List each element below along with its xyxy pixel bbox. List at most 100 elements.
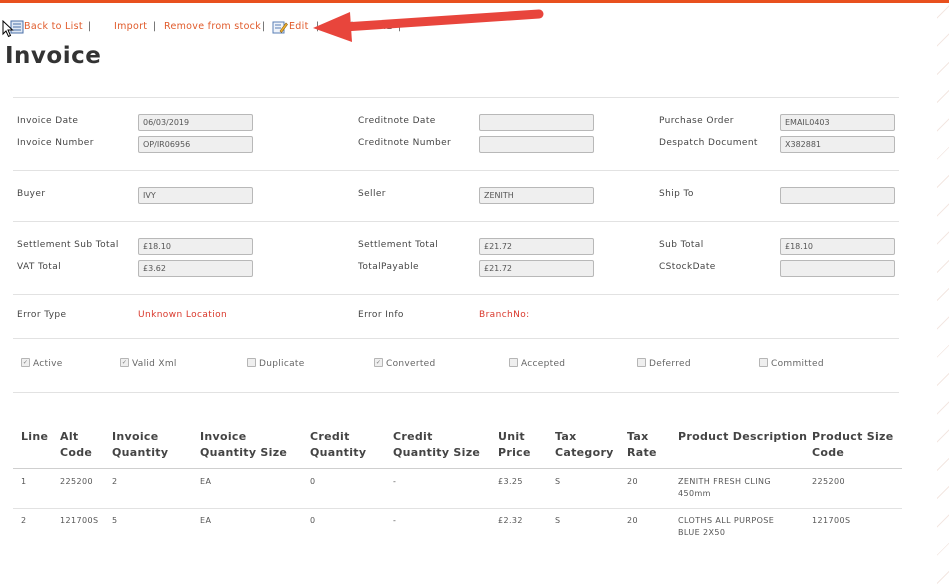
sub-total-label: Sub Total — [659, 240, 704, 250]
vat-total-label: VAT Total — [17, 262, 62, 272]
checkbox-accepted[interactable]: Accepted — [509, 358, 566, 369]
checkbox-checked-icon: ✓ — [120, 358, 129, 367]
cell-tax-category: S — [555, 516, 561, 525]
error-info-value: BranchNo: — [479, 310, 530, 320]
seller-field[interactable]: ZENITH — [479, 187, 594, 204]
checkbox-duplicate[interactable]: Duplicate — [247, 358, 305, 369]
ship-to-field[interactable] — [780, 187, 895, 204]
cell-invoice-quantity-size: EA — [200, 477, 212, 486]
total-payable-field[interactable]: £21.72 — [479, 260, 594, 277]
section-divider — [13, 392, 899, 393]
col-header-product-size-code: Product Size Code — [812, 430, 894, 459]
cell-tax-rate: 20 — [627, 477, 638, 486]
import-link[interactable]: Import — [114, 21, 147, 32]
col-header-product-description: Product Description — [678, 430, 808, 443]
section-divider — [13, 170, 899, 171]
purchase-order-field[interactable]: EMAIL0403 — [780, 114, 895, 131]
edit-icon — [272, 21, 288, 34]
cell-product-size-code: 121700S — [812, 516, 851, 525]
cell-credit-quantity: 0 — [310, 477, 316, 486]
cell-tax-category: S — [555, 477, 561, 486]
side-pattern-decoration — [937, 3, 949, 584]
creditnote-number-field[interactable] — [479, 136, 594, 153]
cell-invoice-quantity-size: EA — [200, 516, 212, 525]
annotation-arrow-icon — [313, 9, 544, 42]
checkbox-label: Converted — [386, 359, 436, 369]
ship-to-label: Ship To — [659, 189, 694, 199]
cstock-date-field[interactable] — [780, 260, 895, 277]
table-row-divider — [13, 508, 902, 509]
toolbar-separator: | — [153, 21, 157, 32]
invoice-date-label: Invoice Date — [17, 116, 79, 126]
back-to-list-link[interactable]: Back to List — [24, 21, 83, 32]
cell-invoice-quantity: 5 — [112, 516, 118, 525]
table-header-divider — [13, 468, 902, 469]
col-header-tax-rate: Tax Rate — [627, 430, 657, 459]
cell-product-size-code: 225200 — [812, 477, 845, 486]
checkbox-committed[interactable]: Committed — [759, 358, 824, 369]
col-header-line: Line — [21, 430, 49, 443]
col-header-credit-quantity-size: Credit Quantity Size — [393, 430, 481, 459]
checkbox-deferred[interactable]: Deferred — [637, 358, 691, 369]
total-payable-label: TotalPayable — [358, 262, 419, 272]
cell-unit-price: £2.32 — [498, 516, 523, 525]
page-title: Invoice — [5, 43, 102, 69]
col-header-invoice-quantity: Invoice Quantity — [112, 430, 169, 459]
cell-alt-code: 121700S — [60, 516, 99, 525]
col-header-unit-price: Unit Price — [498, 430, 531, 459]
col-header-invoice-quantity-size: Invoice Quantity Size — [200, 430, 288, 459]
error-info-label: Error Info — [358, 310, 404, 320]
cstock-date-label: CStockDate — [659, 262, 716, 272]
cell-credit-quantity: 0 — [310, 516, 316, 525]
error-type-label: Error Type — [17, 310, 67, 320]
cell-credit-quantity-size: - — [393, 477, 397, 486]
remove-from-stock-link[interactable]: Remove from stock — [164, 21, 261, 32]
buyer-label: Buyer — [17, 189, 46, 199]
cell-alt-code: 225200 — [60, 477, 93, 486]
checkbox-label: Accepted — [521, 359, 566, 369]
mouse-cursor-icon — [2, 20, 14, 38]
seller-label: Seller — [358, 189, 386, 199]
checkbox-label: Active — [33, 359, 63, 369]
vat-total-field[interactable]: £3.62 — [138, 260, 253, 277]
col-header-credit-quantity: Credit Quantity — [310, 430, 367, 459]
col-header-tax-category: Tax Category — [555, 430, 614, 459]
section-divider — [13, 294, 899, 295]
cell-credit-quantity-size: - — [393, 516, 397, 525]
settlement-total-field[interactable]: £21.72 — [479, 238, 594, 255]
invoice-date-field[interactable]: 06/03/2019 — [138, 114, 253, 131]
creditnote-number-label: Creditnote Number — [358, 138, 452, 148]
cell-invoice-quantity: 2 — [112, 477, 118, 486]
settlement-sub-total-field[interactable]: £18.10 — [138, 238, 253, 255]
cell-line: 1 — [21, 477, 27, 486]
invoice-number-field[interactable]: OP/IR06956 — [138, 136, 253, 153]
settlement-sub-total-label: Settlement Sub Total — [17, 240, 119, 250]
despatch-document-field[interactable]: X382881 — [780, 136, 895, 153]
checkbox-label: Deferred — [649, 359, 691, 369]
section-divider — [13, 221, 899, 222]
checkbox-label: Committed — [771, 359, 824, 369]
cell-unit-price: £3.25 — [498, 477, 523, 486]
section-divider — [13, 338, 899, 339]
checkbox-active[interactable]: ✓ Active — [21, 358, 63, 369]
toolbar-separator: | — [262, 21, 266, 32]
checkbox-converted[interactable]: ✓ Converted — [374, 358, 436, 369]
col-header-alt-code: Alt Code — [60, 430, 93, 459]
checkbox-label: Valid Xml — [132, 359, 177, 369]
cell-line: 2 — [21, 516, 27, 525]
creditnote-date-field[interactable] — [479, 114, 594, 131]
section-divider — [13, 97, 899, 98]
checkbox-unchecked-icon — [759, 358, 768, 367]
checkbox-valid-xml[interactable]: ✓ Valid Xml — [120, 358, 177, 369]
toolbar-separator: | — [88, 21, 92, 32]
despatch-document-label: Despatch Document — [659, 138, 758, 148]
checkbox-checked-icon: ✓ — [21, 358, 30, 367]
error-type-value: Unknown Location — [138, 310, 228, 320]
buyer-field[interactable]: IVY — [138, 187, 253, 204]
creditnote-date-label: Creditnote Date — [358, 116, 436, 126]
sub-total-field[interactable]: £18.10 — [780, 238, 895, 255]
cell-tax-rate: 20 — [627, 516, 638, 525]
cell-product-description: ZENITH FRESH CLING 450mm — [678, 477, 771, 498]
edit-link[interactable]: Edit — [289, 21, 309, 32]
checkbox-unchecked-icon — [637, 358, 646, 367]
